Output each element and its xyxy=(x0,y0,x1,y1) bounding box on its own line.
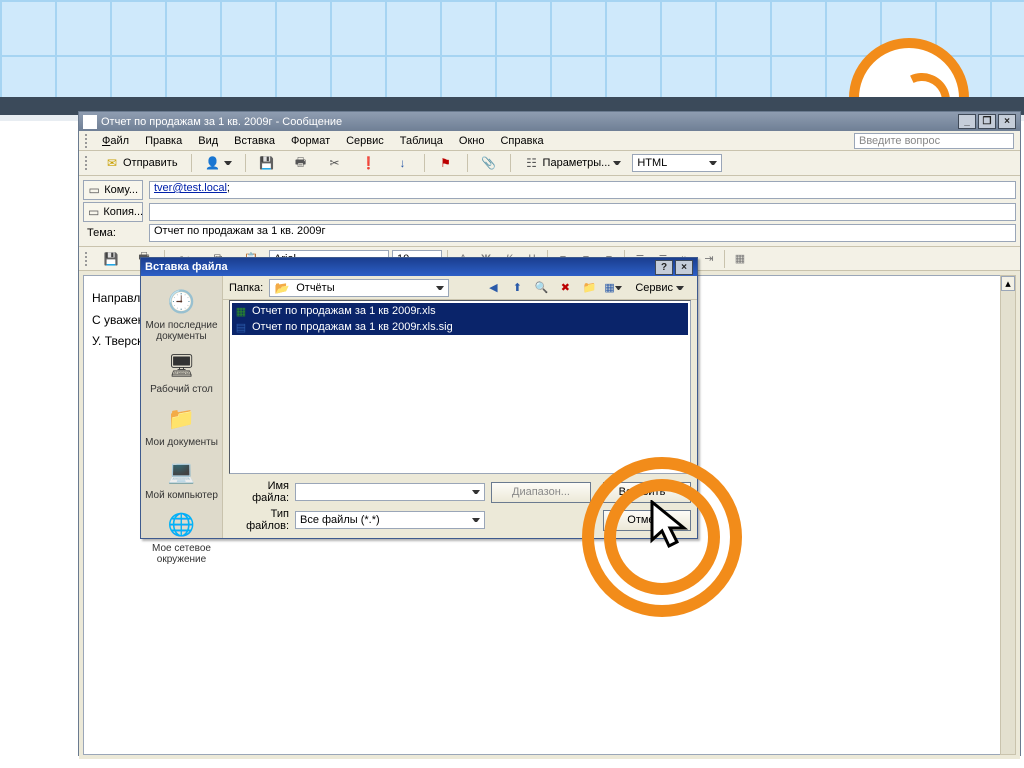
filetype-combo[interactable]: Все файлы (*.*) xyxy=(295,511,485,529)
save-icon: 💾 xyxy=(259,155,275,171)
dialog-help-button[interactable]: ? xyxy=(655,260,673,275)
up-button[interactable]: ⬆ xyxy=(508,279,526,297)
tools-menu[interactable]: Сервис xyxy=(628,278,691,298)
menu-table[interactable]: Таблица xyxy=(393,133,450,149)
scroll-up-button[interactable]: ▴ xyxy=(1001,276,1015,291)
places-bar: 🕘 Мои последние документы 🖥 Рабочий стол… xyxy=(141,276,223,538)
subject-field[interactable]: Отчет по продажам за 1 кв. 2009г xyxy=(149,224,1016,242)
file-list[interactable]: ▦ Отчет по продажам за 1 кв 2009г.xls ▤ … xyxy=(229,300,691,474)
places-mycomp[interactable]: 💻 Мой компьютер xyxy=(143,452,221,503)
mydocs-icon: 📁 xyxy=(166,403,198,435)
cut-icon: ✂ xyxy=(327,155,343,171)
vertical-scrollbar[interactable]: ▴ xyxy=(1000,275,1016,755)
send-button[interactable]: ✉ Отправить xyxy=(97,153,185,173)
flag-icon: ⚑ xyxy=(438,155,454,171)
menu-tools[interactable]: Сервис xyxy=(339,133,391,149)
dialog-titlebar[interactable]: Вставка файла ? × xyxy=(141,258,697,276)
dialog-close-button[interactable]: × xyxy=(675,260,693,275)
menu-view[interactable]: Вид xyxy=(191,133,225,149)
newfolder-button[interactable]: 📁 xyxy=(580,279,598,297)
print-icon: 🖶 xyxy=(293,155,309,171)
attach-icon: 📎 xyxy=(481,155,497,171)
folder-label: Папка: xyxy=(229,282,263,294)
network-icon: 🌐 xyxy=(166,509,198,541)
book-icon: ▭ xyxy=(88,182,100,198)
cc-button[interactable]: ▭Копия... xyxy=(83,202,143,222)
desktop-icon: 🖥 xyxy=(166,350,198,382)
cc-field[interactable] xyxy=(149,203,1016,221)
recent-icon: 🕘 xyxy=(166,286,198,318)
accounts-icon: 👤 xyxy=(205,155,221,171)
exclamation-icon: ❗ xyxy=(361,155,377,171)
xls-icon: ▦ xyxy=(234,304,248,318)
options-button[interactable]: ☷ Параметры... xyxy=(517,153,629,173)
places-recent[interactable]: 🕘 Мои последние документы xyxy=(143,282,221,344)
flag-button[interactable]: ⚑ xyxy=(431,153,461,173)
save-button[interactable]: 💾 xyxy=(252,153,282,173)
main-toolbar: ✉ Отправить 👤 💾 🖶 ✂ ❗ ↓ ⚑ 📎 ☷ Параметры.… xyxy=(79,151,1020,176)
titlebar[interactable]: ✉ Отчет по продажам за 1 кв. 2009г - Соо… xyxy=(79,112,1020,131)
to-button[interactable]: ▭Кому... xyxy=(83,180,143,200)
places-desktop[interactable]: 🖥 Рабочий стол xyxy=(143,346,221,397)
dialog-title: Вставка файла xyxy=(145,261,228,273)
subject-label: Тема: xyxy=(83,227,143,239)
attach-button[interactable]: 📎 xyxy=(474,153,504,173)
menu-window[interactable]: Окно xyxy=(452,133,492,149)
importance-low-button[interactable]: ↓ xyxy=(388,153,418,173)
importance-high-button[interactable]: ❗ xyxy=(354,153,384,173)
cut-button[interactable]: ✂ xyxy=(320,153,350,173)
menubar-grip[interactable] xyxy=(85,134,89,148)
indent-button[interactable]: ⇥ xyxy=(699,249,719,269)
places-network[interactable]: 🌐 Мое сетевое окружение xyxy=(143,505,221,567)
insert-object-button[interactable]: ▦ xyxy=(730,249,750,269)
save-button-2[interactable]: 💾 xyxy=(96,249,126,269)
options-icon: ☷ xyxy=(524,155,540,171)
menu-edit[interactable]: Правка xyxy=(138,133,189,149)
insert-button[interactable]: Вставить xyxy=(603,482,691,503)
folder-icon: 📂 xyxy=(274,280,290,296)
delete-button[interactable]: ✖ xyxy=(556,279,574,297)
save-icon: 💾 xyxy=(103,251,119,267)
message-header: ▭Кому... tver@test.local; ▭Копия... Тема… xyxy=(79,176,1020,247)
search-button[interactable]: 🔍 xyxy=(532,279,550,297)
window-title: Отчет по продажам за 1 кв. 2009г - Сообщ… xyxy=(101,116,342,128)
menubar: Файл Правка Вид Вставка Формат Сервис Та… xyxy=(79,131,1020,151)
sig-icon: ▤ xyxy=(234,320,248,334)
send-icon: ✉ xyxy=(104,155,120,171)
book-icon: ▭ xyxy=(88,204,99,220)
file-row[interactable]: ▤ Отчет по продажам за 1 кв 2009г.xls.si… xyxy=(232,319,688,335)
filename-combo[interactable] xyxy=(295,483,485,501)
back-button[interactable]: ◀ xyxy=(484,279,502,297)
insert-file-dialog: Вставка файла ? × 🕘 Мои последние докуме… xyxy=(140,257,698,539)
mycomp-icon: 💻 xyxy=(166,456,198,488)
menu-insert[interactable]: Вставка xyxy=(227,133,282,149)
dialog-topbar: Папка: 📂 Отчёты ◀ ⬆ 🔍 ✖ 📁 ▦ Сервис xyxy=(223,276,697,300)
folder-combo[interactable]: 📂 Отчёты xyxy=(269,279,449,297)
restore-button[interactable]: ❐ xyxy=(978,114,996,129)
range-button[interactable]: Диапазон... xyxy=(491,482,591,503)
places-mydocs[interactable]: 📁 Мои документы xyxy=(143,399,221,450)
accounts-dropdown[interactable]: 👤 xyxy=(198,153,239,173)
arrow-down-icon: ↓ xyxy=(395,155,411,171)
app-icon: ✉ xyxy=(83,115,97,129)
to-field[interactable]: tver@test.local; xyxy=(149,181,1016,199)
views-button[interactable]: ▦ xyxy=(604,279,622,297)
menu-file[interactable]: Файл xyxy=(95,133,136,149)
filename-label: Имя файла: xyxy=(229,480,289,504)
ask-question-input[interactable]: Введите вопрос xyxy=(854,133,1014,149)
minimize-button[interactable]: _ xyxy=(958,114,976,129)
toolbar-grip[interactable] xyxy=(85,156,89,170)
filetype-label: Тип файлов: xyxy=(229,508,289,532)
menu-format[interactable]: Формат xyxy=(284,133,337,149)
menu-help[interactable]: Справка xyxy=(493,133,550,149)
file-row[interactable]: ▦ Отчет по продажам за 1 кв 2009г.xls xyxy=(232,303,688,319)
print-button[interactable]: 🖶 xyxy=(286,153,316,173)
dialog-bottom: Имя файла: Диапазон... Вставить Тип файл… xyxy=(223,474,697,538)
close-button[interactable]: × xyxy=(998,114,1016,129)
format-combo[interactable]: HTML xyxy=(632,154,722,172)
fmt-grip[interactable] xyxy=(85,252,89,266)
cancel-button[interactable]: Отмена xyxy=(603,510,691,531)
